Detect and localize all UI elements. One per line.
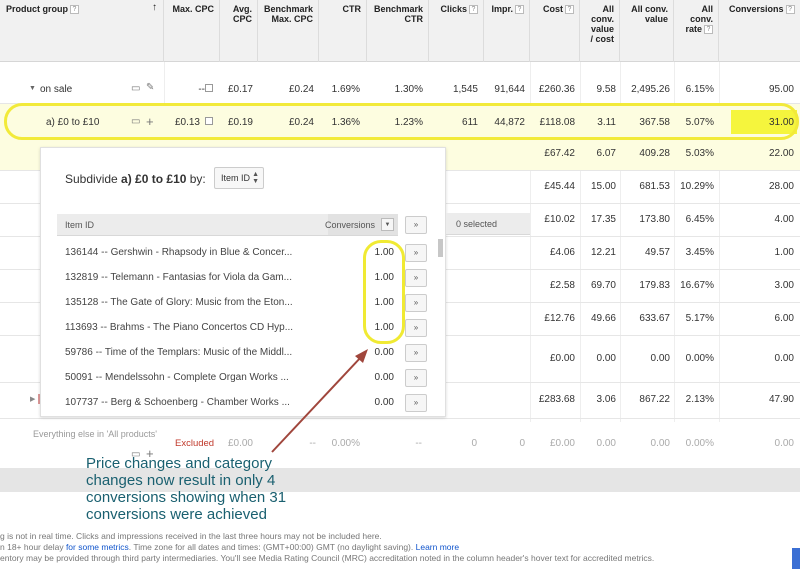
footer-line-3: entory may be provided through third par… [0, 553, 655, 563]
arrow-shaft [271, 355, 363, 453]
some-metrics-link[interactable]: for some metrics [66, 542, 129, 552]
feedback-button[interactable] [792, 548, 800, 569]
annotation-text: Price changes and category changes now r… [86, 455, 287, 523]
footer-text: n 18+ hour delay [0, 542, 66, 552]
learn-more-link[interactable]: Learn more [416, 542, 459, 552]
footer-line-2: n 18+ hour delay for some metrics. Time … [0, 542, 459, 552]
footer-text: . Time zone for all dates and times: (GM… [128, 542, 416, 552]
footer-line-1: g is not in real time. Clicks and impres… [0, 531, 382, 541]
